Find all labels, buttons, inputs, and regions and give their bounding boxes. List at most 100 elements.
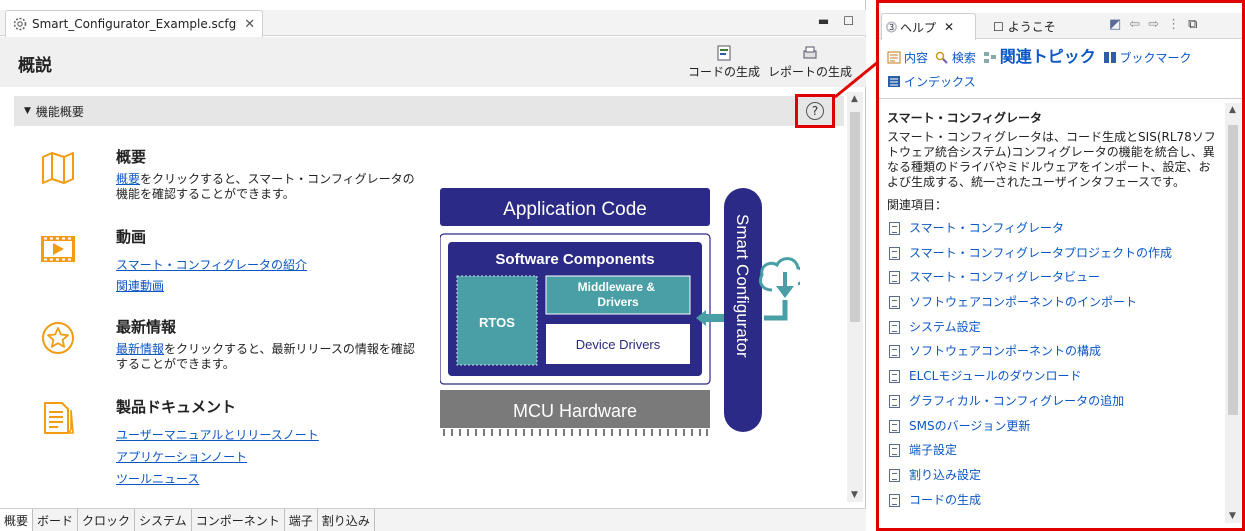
application-code-label: Application Code — [503, 199, 647, 220]
scroll-down-icon[interactable]: ▼ — [851, 490, 858, 500]
editor-bottom-tabs: 概要 ボード クロック システム コンポーネント 端子 割り込み — [0, 508, 866, 531]
section-header[interactable]: ▼ 機能概要 — [14, 96, 844, 126]
generate-code-label: コードの生成 — [688, 65, 761, 79]
help-nav: 内容 検索 関連トピック ブックマーク インデックス — [887, 45, 1237, 94]
feature-overview: 概要 概要をクリックすると、スマート・コンフィグレータの機能を確認することができ… — [40, 146, 430, 206]
doc-icon — [889, 320, 900, 334]
nav-related-topics[interactable]: 関連トピック — [983, 47, 1096, 66]
scrollbar-thumb[interactable] — [850, 112, 860, 322]
feature-news: 最新情報 最新情報をクリックすると、最新リリースの情報を確認することができます。 — [40, 316, 430, 376]
tab-overview[interactable]: 概要 — [0, 509, 34, 531]
doc-icon — [889, 444, 900, 458]
related-item[interactable]: SMSのバージョン更新 — [887, 419, 1222, 444]
related-item[interactable]: 端子設定 — [887, 443, 1222, 468]
related-item[interactable]: システム設定 — [887, 320, 1222, 345]
doc-icon — [889, 419, 900, 433]
feature-title: 概要 — [116, 148, 147, 166]
help-tab-bar: ⓷ ヘルプ ✕ ☐ ようこそ ◩ ⇦ ⇨ ⋮ ⧉ — [879, 13, 1242, 40]
scrollbar-thumb[interactable] — [1228, 125, 1238, 415]
architecture-diagram: Application Code Software Components RTO… — [440, 188, 800, 436]
app-notes-link[interactable]: アプリケーションノート — [116, 448, 247, 465]
scroll-up-icon[interactable]: ▲ — [851, 94, 858, 104]
bookmark-icon — [1103, 52, 1116, 63]
forward-icon[interactable]: ⇨ — [1148, 17, 1159, 32]
related-item[interactable]: スマート・コンフィグレータ — [887, 221, 1222, 246]
close-icon[interactable]: ✕ — [944, 20, 954, 34]
help-scrollbar[interactable]: ▲ ▼ — [1225, 103, 1241, 523]
back-icon[interactable]: ⇦ — [1129, 17, 1140, 32]
help-button[interactable]: ? — [795, 94, 835, 128]
tab-welcome-label: ようこそ — [1007, 20, 1056, 34]
overview-link[interactable]: 概要 — [116, 172, 140, 186]
related-list: スマート・コンフィグレータ スマート・コンフィグレータプロジェクトの作成 スマー… — [887, 221, 1222, 517]
related-item[interactable]: スマート・コンフィグレータプロジェクトの作成 — [887, 246, 1222, 271]
tab-help[interactable]: ⓷ ヘルプ ✕ — [881, 13, 976, 40]
nav-search[interactable]: 検索 — [935, 51, 976, 65]
related-topics-icon — [983, 52, 996, 63]
related-item[interactable]: コードの生成 — [887, 493, 1222, 518]
scroll-up-icon[interactable]: ▲ — [1229, 105, 1236, 115]
question-icon: ? — [806, 102, 824, 120]
maximize-icon[interactable]: ☐ — [843, 14, 854, 28]
tab-help-label: ヘルプ — [900, 20, 937, 35]
tab-interrupts[interactable]: 割り込み — [318, 509, 375, 531]
intro-video-link[interactable]: スマート・コンフィグレータの紹介 — [116, 256, 307, 273]
related-item[interactable]: スマート・コンフィグレータビュー — [887, 270, 1222, 295]
related-videos-link[interactable]: 関連動画 — [116, 277, 164, 294]
related-item[interactable]: 割り込み設定 — [887, 468, 1222, 493]
help-content: スマート・コンフィグレータ スマート・コンフィグレータは、コード生成とSIS(R… — [887, 111, 1222, 517]
help-divider — [879, 98, 1242, 99]
news-link[interactable]: 最新情報 — [116, 342, 164, 356]
tool-news-link[interactable]: ツールニュース — [116, 470, 199, 487]
doc-icon — [889, 222, 900, 235]
tab-components[interactable]: コンポーネント — [192, 509, 285, 531]
welcome-tab-icon: ☐ — [993, 19, 1004, 34]
collapse-triangle-icon[interactable]: ▼ — [24, 106, 31, 116]
doc-icon — [889, 394, 900, 408]
editor-window-controls: ▬ ☐ — [818, 14, 854, 28]
gear-icon — [13, 17, 27, 31]
tab-pins[interactable]: 端子 — [285, 509, 318, 531]
restore-icon[interactable]: ⧉ — [1188, 17, 1197, 32]
user-manual-link[interactable]: ユーザーマニュアルとリリースノート — [116, 426, 319, 443]
tab-system[interactable]: システム — [135, 509, 192, 531]
editor-scrollbar[interactable]: ▲ ▼ — [847, 92, 863, 502]
generate-report-button[interactable]: レポートの生成 — [768, 45, 852, 80]
related-item[interactable]: ソフトウェアコンポーネントのインポート — [887, 295, 1222, 320]
doc-icon — [889, 345, 900, 359]
tab-board[interactable]: ボード — [33, 509, 79, 531]
software-components-label: Software Components — [495, 251, 654, 268]
related-label: 関連項目： — [887, 198, 948, 212]
link-with-editor-icon[interactable]: ◩ — [1109, 17, 1121, 32]
close-icon[interactable]: ✕ — [244, 17, 255, 32]
editor-tab-label: Smart_Configurator_Example.scfg — [32, 17, 237, 31]
related-item[interactable]: グラフィカル・コンフィグレータの追加 — [887, 394, 1222, 419]
middleware-label-line2: Drivers — [597, 295, 639, 309]
minimize-icon[interactable]: ▬ — [818, 14, 829, 28]
nav-index[interactable]: インデックス — [887, 75, 976, 89]
related-item[interactable]: ソフトウェアコンポーネントの構成 — [887, 344, 1222, 369]
help-panel: ⓷ ヘルプ ✕ ☐ ようこそ ◩ ⇦ ⇨ ⋮ ⧉ 内容 検索 関連トピック ブッ… — [876, 0, 1245, 531]
doc-icon — [889, 271, 900, 285]
doc-icon — [889, 468, 900, 482]
help-heading: スマート・コンフィグレータ — [887, 111, 1043, 125]
help-toolbar: ◩ ⇦ ⇨ ⋮ ⧉ — [1109, 17, 1197, 32]
generate-code-button[interactable]: コードの生成 — [688, 45, 760, 80]
nav-contents[interactable]: 内容 — [887, 51, 928, 65]
doc-icon — [889, 493, 900, 507]
feature-desc: 概要をクリックすると、スマート・コンフィグレータの機能を確認することができます。 — [116, 172, 415, 201]
view-menu-icon[interactable]: ⋮ — [1167, 17, 1180, 32]
editor-panel: Smart_Configurator_Example.scfg ✕ ▬ ☐ 概説… — [0, 0, 866, 531]
tab-clock[interactable]: クロック — [78, 509, 136, 531]
document-icon — [44, 402, 74, 434]
nav-bookmarks[interactable]: ブックマーク — [1103, 51, 1192, 65]
star-badge-icon — [42, 322, 74, 354]
tab-welcome[interactable]: ☐ ようこそ — [989, 13, 1069, 40]
cloud-download-icon — [758, 257, 800, 321]
middleware-label-text: Middleware & — [578, 280, 656, 294]
scroll-down-icon[interactable]: ▼ — [1229, 511, 1236, 521]
editor-tab[interactable]: Smart_Configurator_Example.scfg ✕ — [5, 10, 263, 37]
editor-header: 概説 コードの生成 レポートの生成 — [0, 37, 866, 87]
related-item[interactable]: ELCLモジュールのダウンロード — [887, 369, 1222, 394]
feature-documents: 製品ドキュメント ユーザーマニュアルとリリースノート アプリケーションノート ツ… — [40, 396, 430, 491]
